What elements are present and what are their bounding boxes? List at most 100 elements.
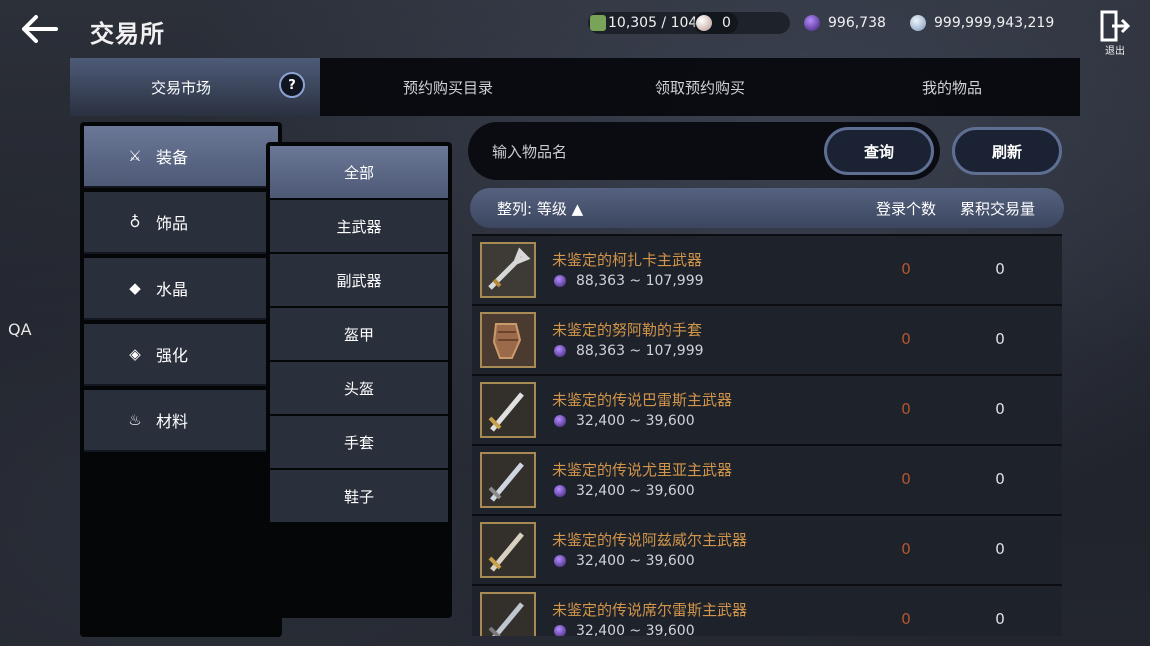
tab-label: 我的物品 — [921, 78, 982, 97]
item-price: 88,363 ~ 107,999 — [554, 343, 704, 359]
exit-button[interactable]: 退出 — [1097, 10, 1133, 57]
item-name: 未鉴定的柯扎卡主武器 — [552, 251, 703, 269]
category-enhance[interactable]: ◈ 强化 — [84, 324, 278, 386]
ring-icon: ♁ — [129, 213, 141, 231]
subcategory-label: 头盔 — [343, 379, 374, 398]
sword-icon — [480, 382, 536, 438]
subcategory-label: 手套 — [343, 433, 374, 452]
help-icon[interactable]: ? — [279, 72, 305, 98]
currency-silver-value: 999,999,943,219 — [934, 15, 1055, 31]
query-label: 查询 — [863, 142, 894, 161]
energy-icon — [590, 15, 606, 31]
diamond-icon: ◆ — [129, 279, 141, 297]
item-price: 32,400 ~ 39,600 — [554, 483, 695, 499]
item-registered-count: 0 — [901, 260, 911, 278]
category-label: 饰品 — [156, 214, 189, 233]
item-price-range: 88,363 ~ 107,999 — [576, 343, 704, 359]
subcategory-label: 全部 — [343, 163, 374, 182]
enhance-icon: ◈ — [129, 345, 141, 363]
currency-silver: 999,999,943,219 — [908, 12, 1068, 34]
subcategory-panel: 全部 主武器 副武器 盔甲 头盔 手套 鞋子 — [266, 142, 452, 618]
subcategory-all[interactable]: 全部 — [270, 146, 448, 198]
tab-label: 领取预约购买 — [654, 78, 745, 97]
list-item[interactable]: 未鉴定的努阿勒的手套 88,363 ~ 107,999 0 0 — [472, 306, 1062, 376]
list-item[interactable]: 未鉴定的传说巴雷斯主武器 32,400 ~ 39,600 0 0 — [472, 376, 1062, 446]
item-registered-count: 0 — [901, 610, 911, 628]
search-input[interactable] — [490, 132, 794, 172]
column-volume-header: 累积交易量 — [960, 200, 1036, 218]
dark-crystal-icon — [554, 275, 566, 287]
subcategory-helmet[interactable]: 头盔 — [270, 362, 448, 414]
tab-trade-market[interactable]: 交易市场 ? — [70, 58, 320, 116]
item-price-range: 88,363 ~ 107,999 — [576, 273, 704, 289]
dark-crystal-icon — [554, 485, 566, 497]
exit-label: 退出 — [1105, 46, 1125, 57]
category-label: 材料 — [156, 412, 189, 431]
item-name: 未鉴定的传说席尔雷斯主武器 — [552, 601, 748, 619]
side-label: QA — [8, 320, 32, 339]
help-label: ? — [288, 77, 296, 93]
category-label: 强化 — [156, 346, 189, 365]
subcategory-label: 盔甲 — [343, 325, 374, 344]
item-trade-volume: 0 — [995, 470, 1005, 488]
list-item[interactable]: 未鉴定的柯扎卡主武器 88,363 ~ 107,999 0 0 — [472, 236, 1062, 306]
subcategory-sub-weapon[interactable]: 副武器 — [270, 254, 448, 306]
subcategory-label: 主武器 — [336, 217, 382, 236]
tab-bar: 交易市场 ? 预约购买目录 领取预约购买 我的物品 — [70, 58, 1080, 116]
tab-claim-reservation[interactable]: 领取预约购买 — [576, 58, 824, 116]
exit-door-icon — [1100, 10, 1131, 42]
category-label: 水晶 — [156, 280, 189, 299]
back-arrow-icon[interactable] — [20, 12, 60, 46]
refresh-label: 刷新 — [991, 142, 1022, 161]
potion-icon: ♨ — [128, 411, 142, 429]
item-list[interactable]: 未鉴定的柯扎卡主武器 88,363 ~ 107,999 0 0 未鉴定的努阿勒的… — [472, 234, 1062, 636]
currency-dark-crystal-value: 996,738 — [828, 15, 886, 31]
sword-icon — [480, 592, 536, 636]
item-trade-volume: 0 — [995, 260, 1005, 278]
crossed-swords-icon: ⚔ — [128, 147, 142, 165]
dark-crystal-icon — [554, 415, 566, 427]
search-bar: 查询 — [468, 122, 940, 180]
refresh-button[interactable]: 刷新 — [952, 127, 1062, 175]
currency-energy-value: 10,305 / 104 — [608, 15, 698, 31]
item-price: 32,400 ~ 39,600 — [554, 413, 695, 429]
list-item[interactable]: 未鉴定的传说阿兹威尔主武器 32,400 ~ 39,600 0 0 — [472, 516, 1062, 586]
sort-toggle[interactable]: 整列: 等级 ▲ — [497, 198, 583, 219]
tab-reservation-list[interactable]: 预约购买目录 — [320, 58, 576, 116]
item-trade-volume: 0 — [995, 610, 1005, 628]
query-button[interactable]: 查询 — [824, 127, 934, 175]
item-name: 未鉴定的努阿勒的手套 — [552, 321, 703, 339]
item-name: 未鉴定的传说巴雷斯主武器 — [552, 391, 733, 409]
item-trade-volume: 0 — [995, 400, 1005, 418]
subcategory-main-weapon[interactable]: 主武器 — [270, 200, 448, 252]
sword-icon — [480, 242, 536, 298]
list-item[interactable]: 未鉴定的传说尤里亚主武器 32,400 ~ 39,600 0 0 — [472, 446, 1062, 516]
dark-crystal-icon — [554, 555, 566, 567]
silver-coin-icon — [910, 15, 926, 31]
category-accessory[interactable]: ♁ 饰品 — [84, 192, 278, 254]
sort-header: 整列: 等级 ▲ 登录个数 累积交易量 — [470, 188, 1064, 228]
item-price-range: 32,400 ~ 39,600 — [576, 623, 695, 636]
category-material[interactable]: ♨ 材料 — [84, 390, 278, 452]
item-price: 88,363 ~ 107,999 — [554, 273, 704, 289]
item-price: 32,400 ~ 39,600 — [554, 553, 695, 569]
dark-crystal-icon — [804, 15, 820, 31]
subcategory-gloves[interactable]: 手套 — [270, 416, 448, 468]
tab-my-items[interactable]: 我的物品 — [824, 58, 1080, 116]
subcategory-shoes[interactable]: 鞋子 — [270, 470, 448, 522]
item-trade-volume: 0 — [995, 540, 1005, 558]
category-equipment[interactable]: ⚔ 装备 — [84, 126, 278, 188]
item-name: 未鉴定的传说阿兹威尔主武器 — [552, 531, 748, 549]
category-crystal[interactable]: ◆ 水晶 — [84, 258, 278, 320]
currency-dark-crystal: 996,738 — [802, 12, 900, 34]
subcategory-label: 鞋子 — [343, 487, 374, 506]
subcategory-armor[interactable]: 盔甲 — [270, 308, 448, 360]
subcategory-label: 副武器 — [336, 271, 382, 290]
item-price-range: 32,400 ~ 39,600 — [576, 413, 695, 429]
sword-icon — [480, 522, 536, 578]
dark-crystal-icon — [554, 625, 566, 636]
list-item[interactable]: 未鉴定的传说席尔雷斯主武器 32,400 ~ 39,600 0 0 — [472, 586, 1062, 636]
item-trade-volume: 0 — [995, 330, 1005, 348]
item-registered-count: 0 — [901, 400, 911, 418]
page-title: 交易所 — [90, 20, 165, 48]
